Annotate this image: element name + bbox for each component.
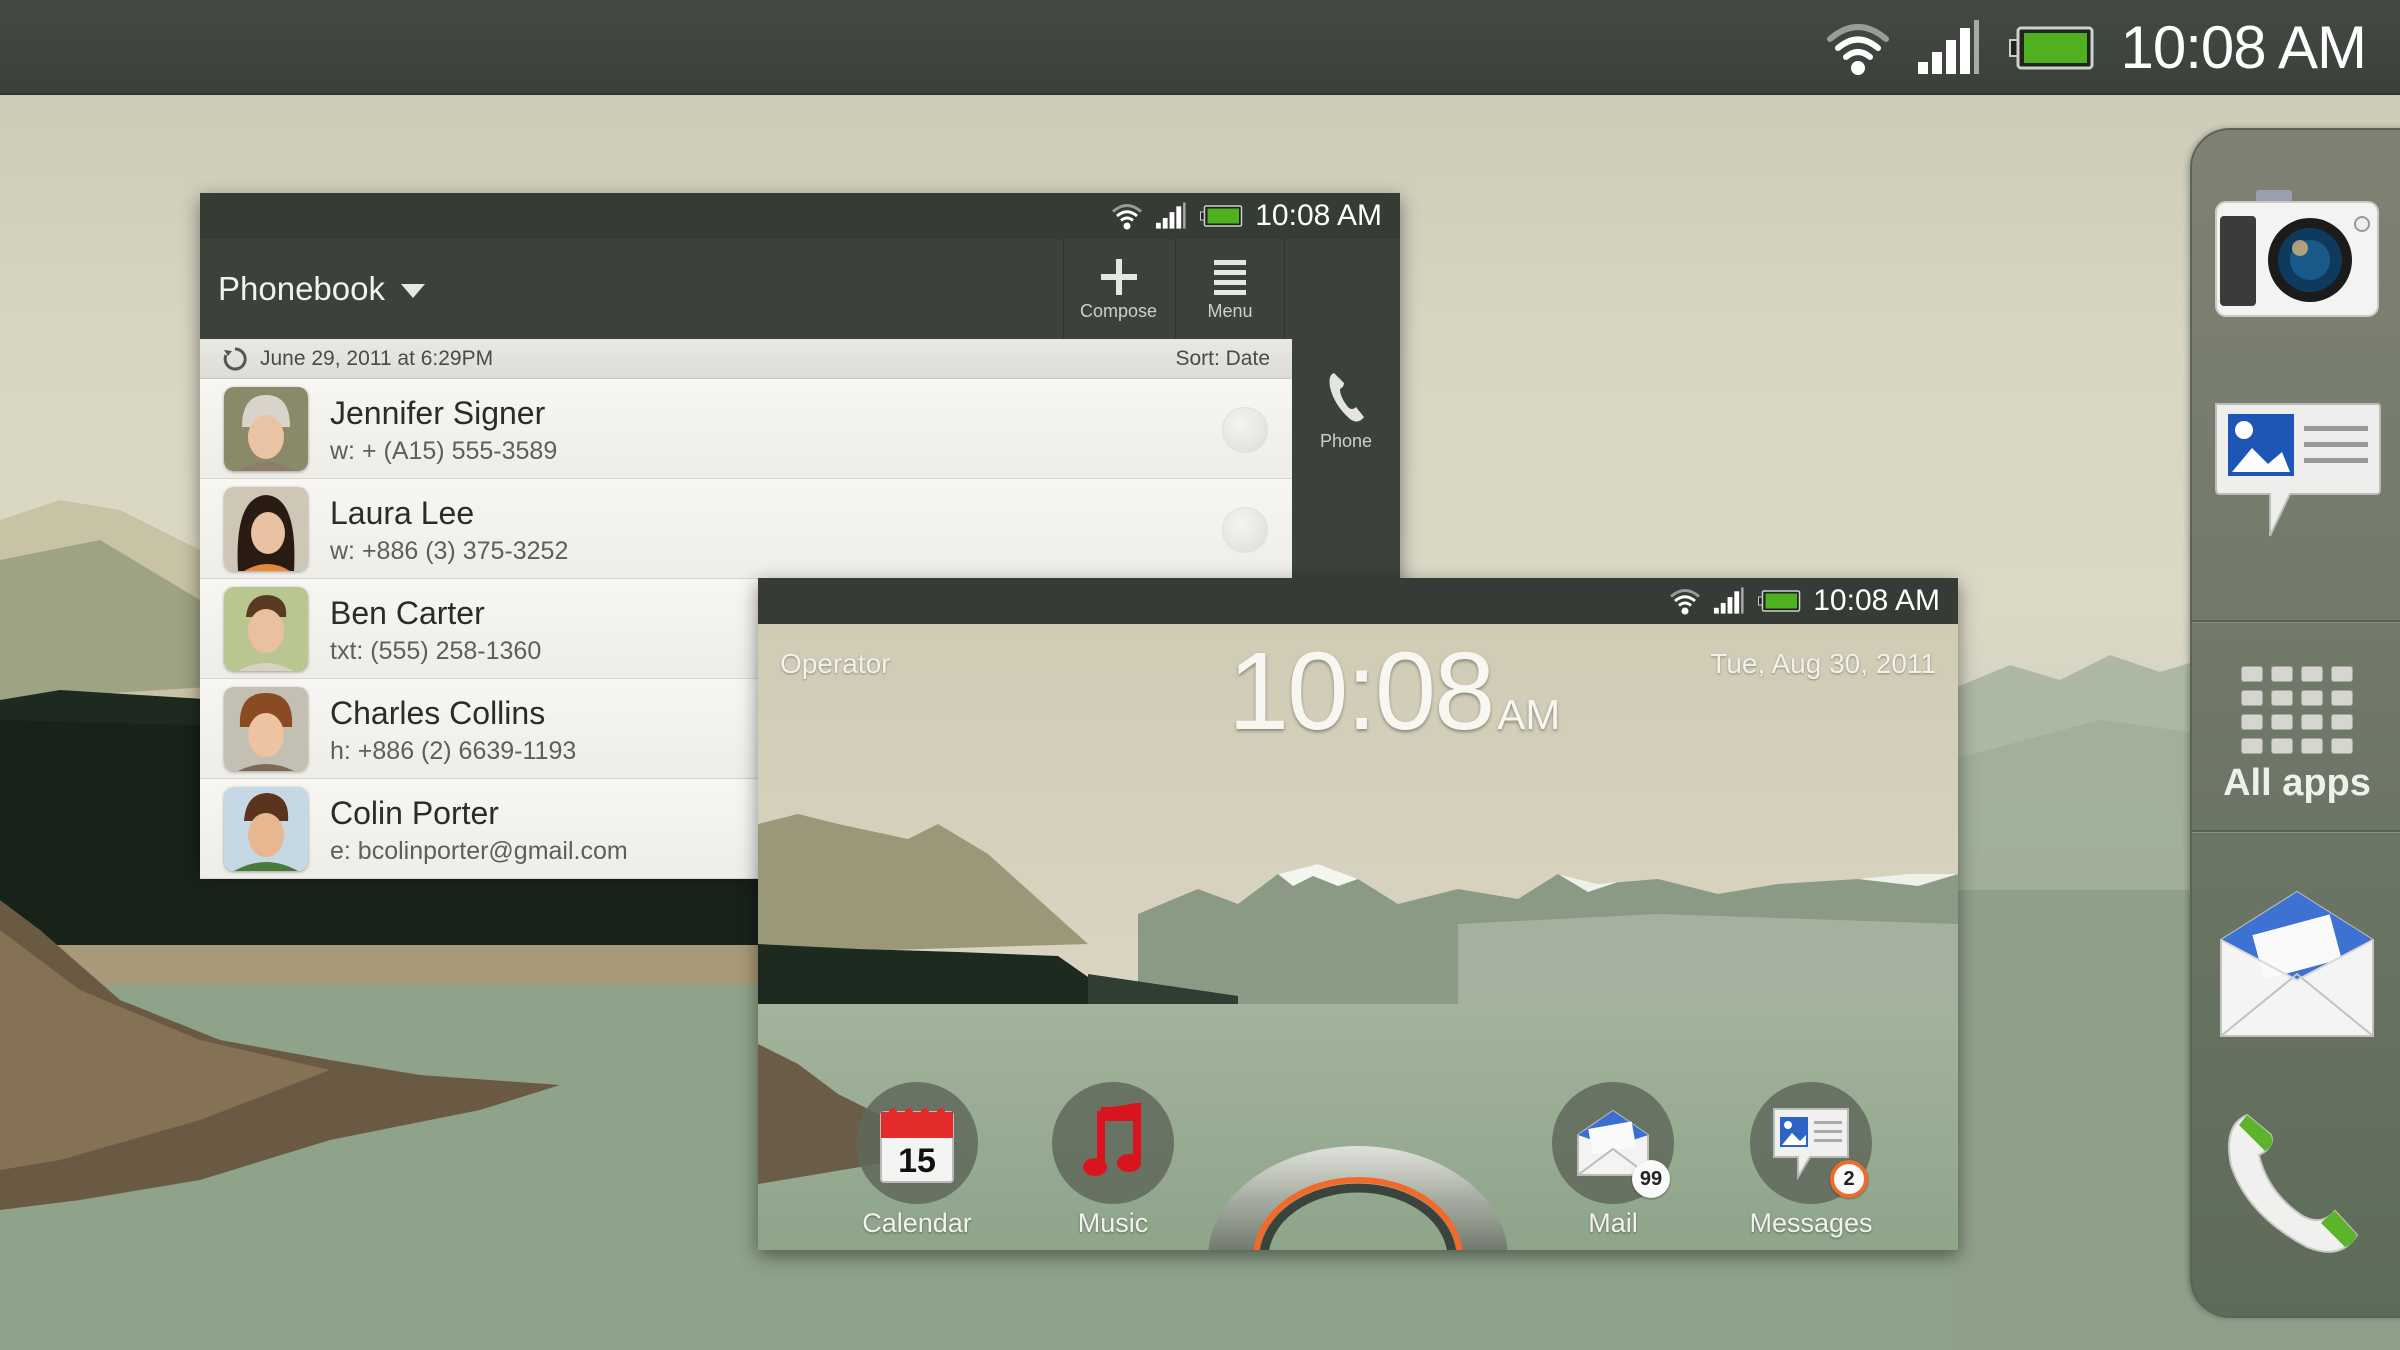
sync-bar: June 29, 2011 at 6:29PM Sort: Date [200,339,1292,379]
battery-icon [1200,205,1243,227]
operator-label: Operator [780,648,891,679]
home-screen-window[interactable]: 10:08 AM Operator Tue, Aug 30, 2011 10:0… [758,578,1958,1250]
dock-label: Music [1077,1208,1149,1238]
signal-icon [1156,202,1186,229]
presence-status-icon[interactable] [1222,407,1268,453]
tab-phone[interactable]: Phone [1292,339,1400,579]
dock-app-calendar[interactable]: 15 Calendar [852,1082,982,1239]
presence-status-icon[interactable] [1222,507,1268,553]
mail-badge: 99 [1632,1160,1670,1198]
phone-icon [1329,373,1364,422]
dock-item-phone[interactable] [2192,1090,2400,1270]
contact-detail: txt: (555) 258-1360 [330,637,542,665]
sync-icon[interactable] [222,346,248,372]
wifi-icon [1827,23,1890,75]
status-bar: 10:08 AM [0,0,2400,95]
wifi-icon [1670,589,1701,615]
dock-label: Mail [1588,1208,1638,1238]
status-time: 10:08 AM [2120,14,2367,81]
menu-icon [1214,259,1246,295]
calendar-icon: 15 [880,1108,954,1183]
avatar [224,587,308,671]
dock-label: Calendar [862,1208,972,1238]
dock-item-messages[interactable] [2192,400,2400,550]
clock-time: 10:08 [1228,630,1495,753]
messages-icon [2215,403,2381,537]
clock-ampm: AM [1497,691,1561,738]
phone-icon [2228,1113,2359,1253]
dock-item-camera[interactable] [2192,185,2400,325]
calendar-day: 15 [898,1142,936,1180]
contact-name: Ben Carter [330,595,485,631]
dock-app-messages[interactable]: 2 Messages [1746,1082,1876,1239]
avatar [224,787,308,871]
signal-icon [1918,19,1980,74]
dock-divider [2192,620,2400,623]
tab-phone-label: Phone [1319,431,1373,451]
avatar [224,487,308,571]
dock-divider [2192,830,2400,833]
phonebook-status-bar: 10:08 AM [200,193,1400,239]
compose-label: Compose [1079,300,1158,321]
dock-label: Messages [1749,1208,1873,1238]
contact-row[interactable]: Laura Lee w: +886 (3) 375-3252 [200,479,1292,579]
mail-icon [2220,890,2374,1037]
battery-icon [1758,590,1801,612]
dock-item-mail[interactable] [2192,880,2400,1050]
phonebook-dropdown[interactable]: Phonebook [218,239,425,339]
home-status-time: 10:08 AM [1813,584,1940,617]
wifi-icon [1112,204,1143,230]
contact-detail: w: +886 (3) 375-3252 [330,537,569,565]
sync-date: June 29, 2011 at 6:29PM [260,346,494,370]
plus-icon [1100,258,1137,295]
contact-name: Laura Lee [330,495,475,531]
menu-button[interactable]: Menu [1175,239,1285,339]
signal-icon [1714,587,1744,614]
music-note-icon [1083,1103,1141,1176]
dock-app-music[interactable]: Music [1048,1082,1178,1239]
messages-badge: 2 [1830,1160,1868,1198]
menu-label: Menu [1207,300,1253,321]
launcher-arc-button[interactable] [1198,1138,1518,1250]
phonebook-status-time: 10:08 AM [1255,199,1382,232]
contact-detail: e: bcolinporter@gmail.com [330,837,628,865]
all-apps-label: All apps [2223,761,2371,804]
contact-detail: h: +886 (2) 6639-1193 [330,737,577,765]
contact-name: Colin Porter [330,795,499,831]
dropdown-arrow-icon [400,284,425,298]
contact-name: Jennifer Signer [330,395,546,431]
app-grid-icon [2241,665,2353,754]
sort-selector[interactable]: Sort: Date [1175,347,1270,371]
contact-name: Charles Collins [330,695,546,731]
phonebook-title: Phonebook [218,270,385,307]
battery-icon [2009,26,2094,69]
home-clock-widget[interactable]: 10:08 AM [1228,628,1560,755]
avatar [224,687,308,771]
right-dock: All apps [2190,128,2400,1318]
phonebook-header: Phonebook Compose Menu [200,239,1400,339]
contact-row[interactable]: Jennifer Signer w: + (A15) 555-3589 [200,379,1292,479]
home-status-bar: 10:08 AM [758,578,1958,624]
dock-app-mail[interactable]: 99 Mail [1548,1082,1678,1239]
contact-detail: w: + (A15) 555-3589 [330,437,558,465]
camera-icon [2215,189,2379,317]
avatar [224,387,308,471]
home-date: Tue, Aug 30, 2011 [1710,648,1936,679]
compose-button[interactable]: Compose [1063,239,1173,339]
dock-item-all-apps[interactable]: All apps [2192,635,2400,835]
